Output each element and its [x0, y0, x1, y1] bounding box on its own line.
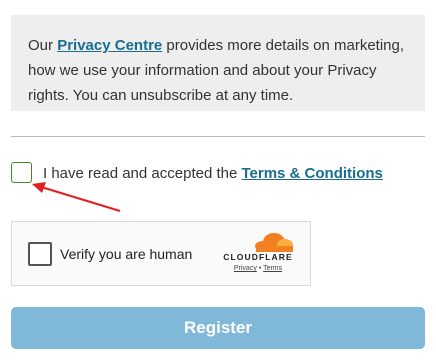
- cloudflare-verification-widget: Verify you are human CLOUDFLARE Privacy …: [11, 221, 311, 286]
- privacy-info-box: Our Privacy Centre provides more details…: [11, 15, 425, 111]
- verify-human-checkbox[interactable]: [28, 242, 52, 266]
- cloudflare-cloud-icon: [255, 233, 293, 252]
- verify-human-label: Verify you are human: [60, 246, 193, 262]
- register-button[interactable]: Register: [11, 307, 425, 349]
- privacy-text-prefix: Our: [28, 37, 58, 54]
- section-divider: [11, 136, 425, 137]
- cloudflare-links: Privacy • Terms: [220, 265, 296, 272]
- cloudflare-privacy-link[interactable]: Privacy: [234, 265, 257, 272]
- terms-checkbox[interactable]: [11, 162, 32, 183]
- cloudflare-terms-link[interactable]: Terms: [263, 265, 282, 272]
- terms-conditions-link[interactable]: Terms & Conditions: [241, 165, 382, 182]
- link-separator: •: [258, 265, 262, 272]
- cloudflare-logo-text: CLOUDFLARE: [223, 252, 293, 262]
- privacy-centre-link[interactable]: Privacy Centre: [57, 37, 162, 54]
- red-arrow-icon: [32, 182, 121, 213]
